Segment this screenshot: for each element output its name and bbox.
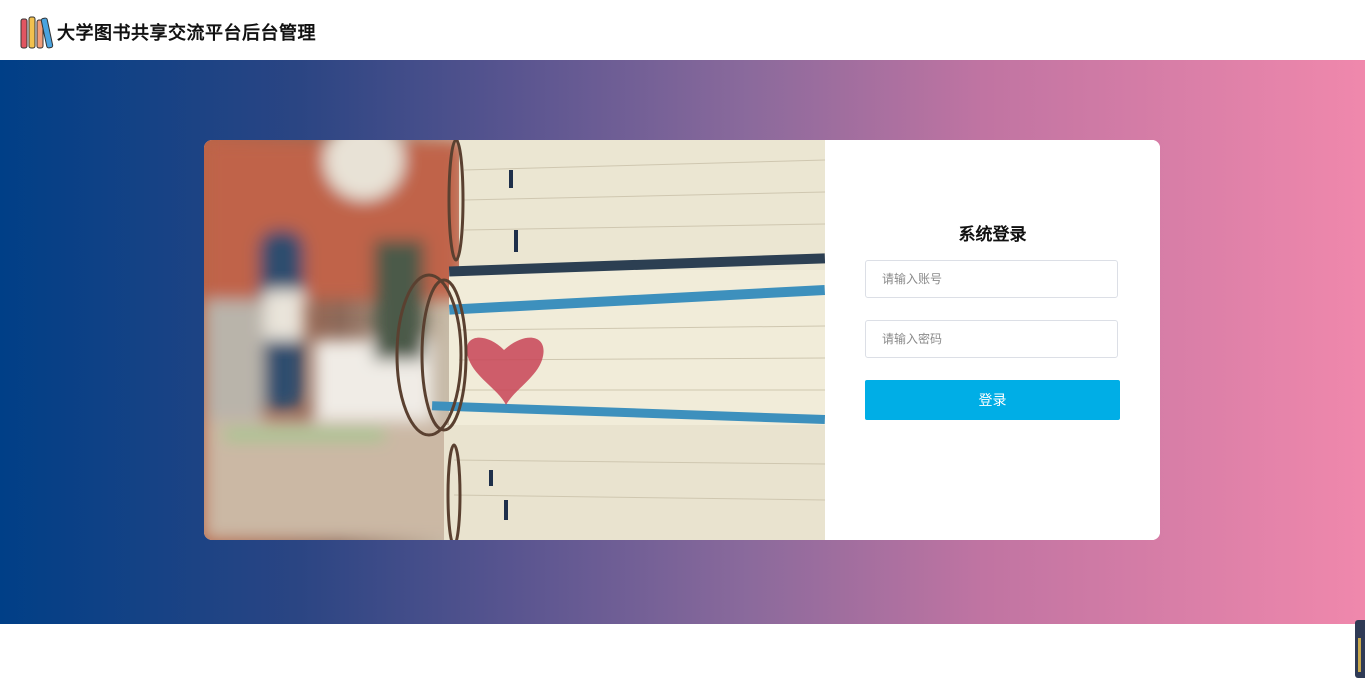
- side-widget-bar: [1358, 638, 1361, 672]
- site-title: 大学图书共享交流平台后台管理: [57, 23, 316, 44]
- login-button[interactable]: 登录: [865, 380, 1120, 420]
- notebook-illustration: [204, 140, 825, 540]
- username-input[interactable]: [865, 260, 1118, 298]
- password-input[interactable]: [865, 320, 1118, 358]
- login-card: 系统登录 登录: [204, 140, 1160, 540]
- books-icon: [20, 16, 54, 49]
- side-widget[interactable]: [1355, 620, 1365, 678]
- login-title: 系统登录: [958, 225, 1027, 245]
- top-header: 大学图书共享交流平台后台管理: [0, 0, 1365, 60]
- login-panel: 系统登录 登录: [825, 140, 1160, 540]
- notebook-stack: [395, 140, 825, 540]
- login-background: 系统登录 登录: [0, 60, 1365, 678]
- notebook-photo: [204, 140, 825, 540]
